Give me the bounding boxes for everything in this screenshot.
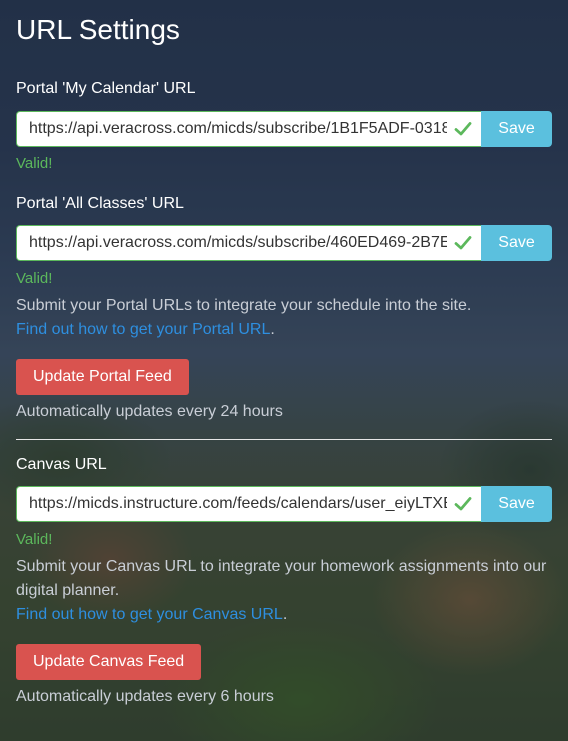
canvas-help-text: Submit your Canvas URL to integrate your…: [16, 558, 547, 599]
canvas-url-input[interactable]: [17, 487, 447, 521]
portal-classes-save-button[interactable]: Save: [481, 225, 552, 261]
update-canvas-feed-button[interactable]: Update Canvas Feed: [16, 644, 202, 680]
canvas-url-label: Canvas URL: [16, 456, 107, 473]
update-portal-feed-button[interactable]: Update Portal Feed: [16, 359, 189, 395]
canvas-help-link-text: Find out how to get your Canvas URL: [16, 606, 283, 623]
portal-calendar-save-button[interactable]: Save: [481, 111, 552, 147]
portal-classes-label: Portal 'All Classes' URL: [16, 195, 184, 212]
canvas-save-button[interactable]: Save: [481, 486, 552, 522]
canvas-field-wrap: [16, 486, 481, 522]
portal-calendar-field-wrap: [16, 111, 481, 147]
section-divider: [16, 439, 552, 440]
portal-calendar-url-input[interactable]: [17, 112, 447, 146]
canvas-input-group: Save: [16, 486, 552, 522]
portal-classes-valid-status: Valid!: [16, 270, 53, 287]
portal-classes-field-wrap: [16, 225, 481, 261]
portal-calendar-label: Portal 'My Calendar' URL: [16, 80, 196, 97]
portal-help-link[interactable]: Find out how to get your Portal URL.: [16, 321, 275, 339]
check-icon: [454, 497, 472, 511]
portal-help-link-suffix: .: [270, 321, 275, 338]
url-settings-panel: URL Settings Portal 'My Calendar' URL Sa…: [0, 0, 568, 741]
portal-calendar-input-group: Save: [16, 111, 552, 147]
portal-classes-url-input[interactable]: [17, 226, 447, 260]
portal-classes-input-group: Save: [16, 225, 552, 261]
portal-help-text: Submit your Portal URLs to integrate you…: [16, 297, 472, 314]
canvas-help-link[interactable]: Find out how to get your Canvas URL.: [16, 606, 287, 624]
check-icon: [454, 122, 472, 136]
canvas-help-link-suffix: .: [282, 606, 288, 623]
portal-calendar-valid-status: Valid!: [16, 155, 53, 172]
canvas-valid-status: Valid!: [16, 531, 53, 548]
portal-update-frequency: Automatically updates every 24 hours: [16, 403, 283, 420]
page-title: URL Settings: [16, 14, 180, 45]
check-icon: [454, 236, 472, 250]
portal-help-link-text: Find out how to get your Portal URL: [16, 321, 271, 338]
canvas-update-frequency: Automatically updates every 6 hours: [16, 688, 274, 705]
